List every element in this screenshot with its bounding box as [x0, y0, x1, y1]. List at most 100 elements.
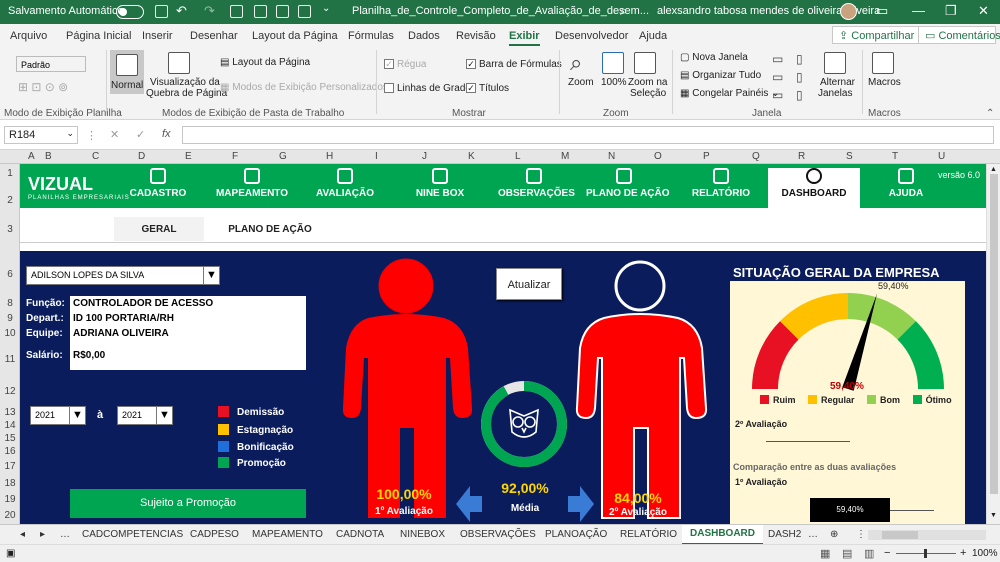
switch-windows-icon[interactable]: [824, 52, 846, 74]
minimize-icon[interactable]: —: [912, 3, 925, 18]
more-sheets-icon[interactable]: …: [60, 529, 70, 540]
col-header[interactable]: T: [892, 151, 898, 162]
col-header[interactable]: R: [798, 151, 805, 162]
print-icon[interactable]: [254, 5, 267, 18]
menu-formulas[interactable]: Fórmulas: [348, 30, 394, 42]
formula-input[interactable]: [182, 126, 994, 144]
promotion-status-button[interactable]: Sujeito a Promoção: [70, 489, 306, 518]
row-header[interactable]: 16: [0, 446, 20, 457]
row-header[interactable]: 3: [0, 224, 20, 235]
col-header[interactable]: U: [938, 151, 945, 162]
normal-view-icon[interactable]: ▦: [820, 547, 830, 560]
enter-icon[interactable]: ✓: [136, 128, 145, 141]
row-header[interactable]: 9: [0, 313, 20, 324]
reset-position-icon[interactable]: ▯: [796, 88, 803, 102]
menu-layout[interactable]: Layout da Página: [252, 30, 338, 42]
page-break-view-icon[interactable]: ▥: [864, 547, 874, 560]
menu-desenhar[interactable]: Desenhar: [190, 30, 238, 42]
sync-scroll-icon[interactable]: ▯: [796, 70, 803, 84]
sheet-tab[interactable]: PLANOAÇÃO: [545, 529, 607, 540]
comments-button[interactable]: ▭ Comentários: [918, 26, 1000, 44]
undo-icon[interactable]: ↶: [176, 3, 187, 19]
nav-dashboard[interactable]: DASHBOARD: [768, 168, 860, 208]
col-header[interactable]: F: [232, 151, 238, 162]
page-layout-button[interactable]: ▤ Layout da Página: [220, 57, 310, 68]
menu-inserir[interactable]: Inserir: [142, 30, 173, 42]
ribbon-display-icon[interactable]: ▭: [876, 3, 888, 19]
zoom-icon[interactable]: ⌕: [570, 50, 582, 76]
col-header[interactable]: E: [185, 151, 192, 162]
employee-select[interactable]: ADILSON LOPES DA SILVA ▼: [26, 266, 220, 285]
arrange-all-button[interactable]: ▤ Organizar Tudo: [680, 70, 761, 81]
horizontal-scrollbar[interactable]: [868, 530, 986, 540]
restore-icon[interactable]: ❐: [945, 3, 957, 19]
tab-geral[interactable]: GERAL: [114, 217, 204, 241]
menu-pagina-inicial[interactable]: Página Inicial: [66, 30, 131, 42]
sheet-tab-active[interactable]: DASHBOARD: [682, 525, 763, 545]
nav-ninebox[interactable]: NINE BOX: [410, 168, 470, 208]
col-header[interactable]: O: [654, 151, 662, 162]
zoom-out-icon[interactable]: −: [884, 547, 890, 559]
menu-desenvolvedor[interactable]: Desenvolvedor: [555, 30, 628, 42]
custom-views-button[interactable]: ▦ Modos de Exibição Personalizados: [220, 82, 388, 93]
scroll-up-icon[interactable]: ▲: [990, 166, 997, 173]
col-header[interactable]: S: [846, 151, 853, 162]
add-sheet-icon[interactable]: ⊕: [830, 529, 838, 540]
vertical-scrollbar[interactable]: ▲ ▼: [986, 164, 1000, 524]
sheet-tab[interactable]: NINEBOX: [400, 529, 445, 540]
menu-ajuda[interactable]: Ajuda: [639, 30, 667, 42]
avatar[interactable]: [840, 3, 857, 20]
save-icon[interactable]: [155, 5, 168, 18]
row-header[interactable]: 11: [0, 354, 20, 365]
autosave-toggle[interactable]: [116, 5, 144, 19]
row-header[interactable]: 19: [0, 494, 20, 505]
tab-splitter-icon[interactable]: ⋮: [856, 529, 866, 540]
zoom-100-icon[interactable]: [602, 52, 624, 74]
nav-cadastro[interactable]: CADASTRO: [120, 168, 196, 208]
more-sheets-icon[interactable]: …: [808, 529, 818, 540]
share-button[interactable]: ⇪ Compartilhar: [832, 26, 922, 44]
close-icon[interactable]: ✕: [978, 3, 989, 19]
sheet-tab[interactable]: CADCOMPETENCIAS: [82, 529, 183, 540]
page-layout-icon[interactable]: ▤: [842, 547, 852, 560]
col-header[interactable]: K: [468, 151, 475, 162]
zoom-in-icon[interactable]: +: [960, 547, 966, 559]
update-button[interactable]: Atualizar: [496, 268, 562, 300]
formula-bar-checkbox[interactable]: ✓: [466, 59, 476, 69]
col-header[interactable]: P: [703, 151, 710, 162]
nav-observacoes[interactable]: OBSERVAÇÕES: [498, 168, 575, 208]
camera-icon[interactable]: [276, 5, 289, 18]
row-header[interactable]: 10: [0, 328, 20, 339]
nav-mapeamento[interactable]: MAPEAMENTO: [212, 168, 292, 208]
sheet-view-select[interactable]: Padrão: [16, 56, 86, 72]
normal-view-button[interactable]: Normal: [110, 50, 144, 94]
menu-exibir[interactable]: Exibir: [509, 30, 540, 46]
function-icon[interactable]: fx: [162, 128, 171, 140]
row-header[interactable]: 15: [0, 433, 20, 444]
ruler-checkbox[interactable]: ✓: [384, 59, 394, 69]
year-to-select[interactable]: 2021 ▼: [117, 406, 173, 425]
col-header[interactable]: I: [375, 151, 378, 162]
side-by-side-icon[interactable]: ▯: [796, 52, 803, 66]
nav-plano-acao[interactable]: PLANO DE AÇÃO: [586, 168, 670, 208]
sheet-tab[interactable]: CADPESO: [190, 529, 239, 540]
row-header[interactable]: 17: [0, 461, 20, 472]
col-header[interactable]: J: [422, 151, 427, 162]
new-window-button[interactable]: ▢ Nova Janela: [680, 52, 748, 63]
sheet-tab[interactable]: CADNOTA: [336, 529, 384, 540]
menu-revisao[interactable]: Revisão: [456, 30, 496, 42]
col-header[interactable]: C: [92, 151, 99, 162]
collapse-ribbon-icon[interactable]: ⌃: [986, 108, 994, 119]
picture-icon[interactable]: [298, 5, 311, 18]
col-header[interactable]: N: [608, 151, 615, 162]
nav-ajuda[interactable]: AJUDA: [876, 168, 936, 208]
row-header[interactable]: 1: [0, 168, 20, 179]
sheet-tab[interactable]: DASH2: [768, 529, 801, 540]
col-header[interactable]: M: [561, 151, 569, 162]
col-header[interactable]: B: [45, 151, 52, 162]
form-icon[interactable]: [230, 5, 243, 18]
search-icon[interactable]: ⌕: [620, 3, 627, 19]
row-header[interactable]: 8: [0, 298, 20, 309]
customize-icon[interactable]: ⌄: [322, 3, 330, 14]
menu-arquivo[interactable]: Arquivo: [10, 30, 47, 42]
